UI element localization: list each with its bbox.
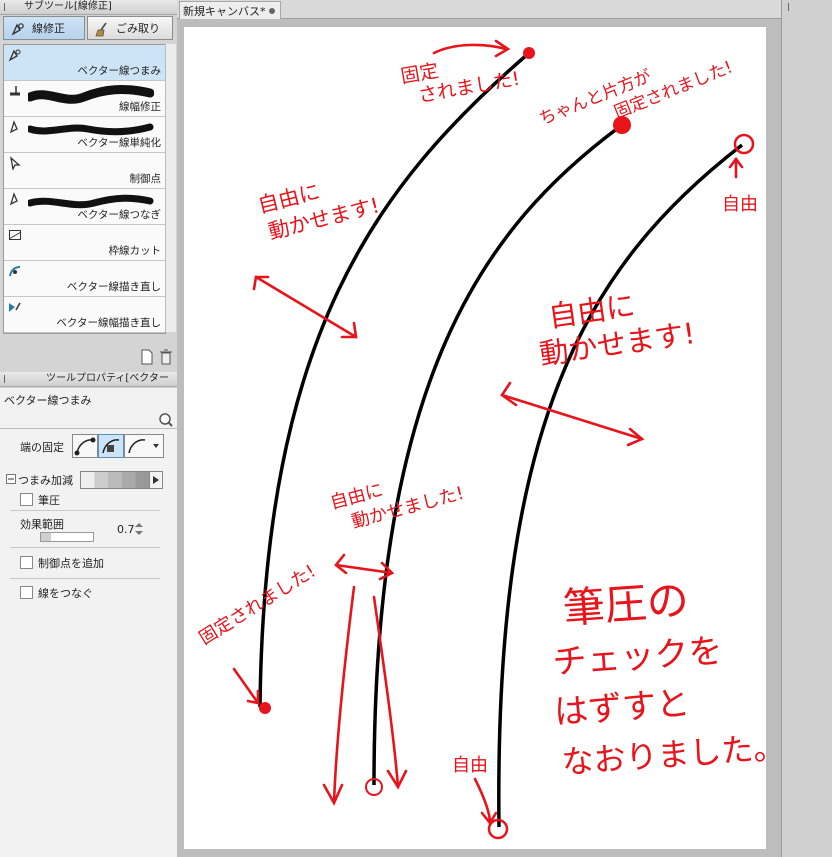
tool-line-width[interactable]: 線幅修正: [4, 81, 165, 117]
tool-frame-cut[interactable]: 枠線カット: [4, 225, 165, 261]
line-correction-icon: [11, 23, 24, 36]
property-tool-name: ベクター線つまみ: [4, 394, 92, 407]
pinch-slider[interactable]: [80, 471, 150, 489]
canvas-tab[interactable]: 新規キャンバス*: [179, 1, 281, 19]
tab-line-correction-label: 線修正: [32, 22, 65, 35]
add-control-point-label: 制御点を追加: [38, 557, 104, 570]
subtool-scrollbar[interactable]: [165, 44, 176, 332]
control-point-icon: [10, 156, 21, 170]
canvas-tab-bar: 新規キャンバス*: [177, 0, 781, 19]
tool-property-body: ベクター線つまみ 端の固定 つまみ加減 筆圧 効果範囲 0.7 制御点を追加 線…: [0, 388, 177, 857]
end-fix-one-button[interactable]: [98, 434, 124, 458]
tool-label: 制御点: [129, 173, 162, 185]
tool-property-title: ツールプロパティ[ベクター: [46, 373, 169, 384]
tool-label: ベクター線つなぎ: [77, 209, 161, 221]
left-panel: サブツール[線修正] 線修正 ごみ取り ベクター線つまみ 線幅修正 ベクター線単…: [0, 0, 178, 857]
collapse-icon[interactable]: [6, 474, 16, 484]
connect-lines-checkbox[interactable]: [20, 586, 33, 599]
panel-menu-icon[interactable]: [4, 375, 13, 383]
annotation-fixed-bottom: 固定されました!: [196, 561, 320, 649]
annotation-free-right: 自由: [722, 194, 758, 215]
divider: [10, 510, 160, 511]
vector-pinch-icon: [8, 49, 21, 62]
tool-redraw-width[interactable]: ベクター線幅描き直し: [4, 297, 165, 333]
tool-property-header: ツールプロパティ[ベクター: [0, 372, 177, 387]
tool-label: ベクター線幅描き直し: [56, 317, 161, 329]
trash-icon[interactable]: [159, 349, 173, 365]
add-control-point-checkbox[interactable]: [20, 556, 33, 569]
tool-redraw[interactable]: ベクター線描き直し: [4, 261, 165, 297]
subtool-panel-title: サブツール[線修正]: [24, 1, 112, 12]
fixed-point-marker: [259, 702, 271, 714]
tool-connect[interactable]: ベクター線つなぎ: [4, 189, 165, 225]
close-tab-icon[interactable]: [269, 8, 275, 14]
simplify-icon: [9, 120, 18, 134]
subtool-list: ベクター線つまみ 線幅修正 ベクター線単純化 制御点 ベクター線つなぎ 枠線カッ…: [3, 44, 166, 334]
curve-fix-icon: [102, 439, 120, 454]
broom-icon: [95, 22, 107, 37]
annotation-fixed-top: 固定されました!: [399, 46, 521, 110]
redraw-width-icon: [9, 302, 21, 312]
canvas-tab-title: 新規キャンバス*: [183, 5, 266, 18]
tool-label: 枠線カット: [108, 245, 162, 257]
redraw-icon: [9, 266, 21, 277]
handwritten-annotations: 固定されました! ちゃんと片方が固定されました! 自由 自由に動かせます! 自由…: [196, 37, 766, 781]
arrow-right-icon: [153, 476, 159, 484]
fixed-point-marker: [523, 47, 535, 59]
pressure-checkbox[interactable]: [20, 493, 33, 506]
pinch-label: つまみ加減: [18, 474, 73, 487]
connect-lines-label: 線をつなぐ: [38, 587, 93, 600]
annotation-one-side-fixed: ちゃんと片方が固定されました!: [536, 37, 735, 150]
pressure-label: 筆圧: [38, 494, 60, 507]
new-subtool-icon[interactable]: [140, 349, 154, 365]
tool-label: ベクター線つまみ: [77, 65, 161, 77]
effect-range-label: 効果範囲: [20, 518, 64, 531]
tool-label: ベクター線描き直し: [66, 281, 161, 293]
end-fix-both-button[interactable]: [72, 434, 98, 458]
spinner-icon[interactable]: [133, 521, 145, 537]
annotation-pressure-note: 筆圧のチェックをはずすとなおりました。: [545, 569, 766, 781]
subtool-panel-header: サブツール[線修正]: [0, 0, 177, 15]
frame-cut-icon: [8, 230, 22, 240]
tool-vector-pinch[interactable]: ベクター線つまみ: [4, 45, 165, 81]
end-fix-dropdown[interactable]: [124, 434, 164, 458]
free-point-marker: [733, 133, 755, 155]
zoom-icon[interactable]: [158, 412, 174, 428]
right-panel-strip: [781, 0, 832, 857]
canvas-drawing: 固定されました! ちゃんと片方が固定されました! 自由 自由に動かせます! 自由…: [196, 37, 766, 840]
divider: [10, 547, 160, 548]
tool-label: 線幅修正: [119, 101, 161, 113]
panel-menu-icon[interactable]: [788, 3, 797, 11]
divider: [0, 428, 177, 429]
tool-simplify[interactable]: ベクター線単純化: [4, 117, 165, 153]
annotation-free-move-right: 自由に動かせます!: [532, 280, 697, 371]
divider: [10, 578, 160, 579]
tab-dust-removal-label: ごみ取り: [116, 22, 160, 35]
tool-label: ベクター線単純化: [77, 137, 161, 149]
drawing-canvas[interactable]: 固定されました! ちゃんと片方が固定されました! 自由 自由に動かせます! 自由…: [184, 27, 766, 849]
end-fix-label: 端の固定: [20, 441, 64, 454]
tab-line-correction[interactable]: 線修正: [3, 16, 85, 40]
vector-line-1: [258, 51, 531, 708]
curve-free-icon: [128, 439, 159, 454]
effect-range-value: 0.7: [117, 523, 135, 536]
pinch-next-button[interactable]: [149, 471, 163, 489]
line-width-icon: [10, 86, 20, 96]
effect-range-fill: [41, 533, 51, 541]
annotation-free-bottom: 自由: [452, 755, 488, 776]
annotation-free-move-left: 自由に動かせます!: [255, 166, 382, 245]
curve-fix-icon: [74, 437, 96, 456]
panel-menu-icon[interactable]: [4, 3, 13, 11]
effect-range-slider[interactable]: [40, 532, 94, 542]
vector-line-2: [372, 123, 624, 786]
connect-icon: [9, 192, 18, 206]
tab-dust-removal[interactable]: ごみ取り: [87, 16, 173, 40]
tool-control-point[interactable]: 制御点: [4, 153, 165, 189]
